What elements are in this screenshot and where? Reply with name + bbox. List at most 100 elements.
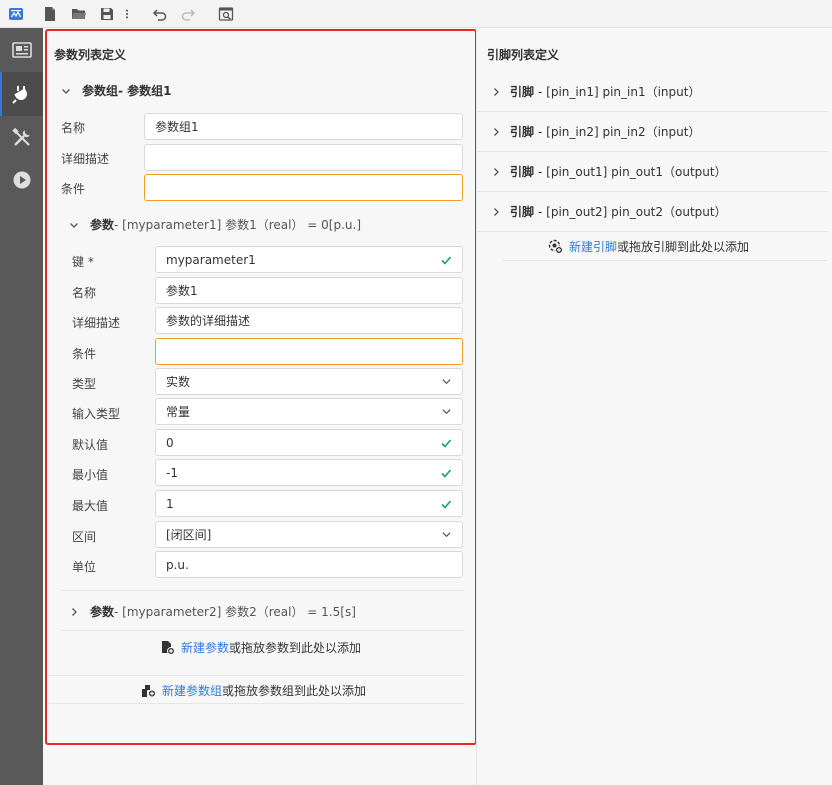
param1-header[interactable]: 参数 - [myparameter1] 参数1（real） = 0[p.u.]: [68, 216, 361, 233]
pin-row[interactable]: 引脚 - [pin_out1] pin_out1（output）: [478, 152, 828, 192]
activity-sidebar: [0, 28, 43, 785]
param-unit-value: p.u.: [166, 557, 189, 572]
param-key-value: myparameter1: [166, 252, 256, 267]
new-group-link[interactable]: 新建参数组: [162, 682, 222, 699]
param-key-label: 键 *: [72, 255, 94, 269]
tools-icon[interactable]: [0, 116, 43, 160]
pin-prefix: 引脚: [510, 165, 535, 179]
pin-prefix: 引脚: [510, 125, 535, 139]
group-name-input[interactable]: 参数组1: [144, 113, 463, 140]
param-unit-input[interactable]: p.u.: [155, 551, 463, 578]
param-type-select[interactable]: 实数: [155, 368, 463, 395]
add-param-icon: [162, 641, 175, 655]
pin-prefix: 引脚: [510, 205, 535, 219]
chevron-right-icon: [72, 607, 77, 616]
param-condition-input[interactable]: [155, 338, 463, 365]
search-preview-icon[interactable]: [216, 4, 236, 24]
group-name-label: 名称: [61, 121, 86, 135]
param1-prefix: 参数: [90, 218, 115, 232]
add-group-hint: 新建参数组 或拖放参数组到此处以添加: [141, 682, 366, 699]
divider: [48, 703, 464, 704]
redo-icon[interactable]: [178, 4, 198, 24]
play-icon[interactable]: [0, 158, 43, 202]
param2-prefix: 参数: [90, 605, 115, 619]
param-interval-label: 区间: [72, 530, 97, 544]
param-max-label: 最大值: [72, 499, 109, 513]
param-min-value: -1: [166, 465, 178, 480]
chevron-down-icon: [442, 379, 451, 385]
param-name-input[interactable]: 参数1: [155, 277, 463, 304]
pin-row[interactable]: 引脚 - [pin_out2] pin_out2（output）: [478, 192, 828, 232]
new-param-link[interactable]: 新建参数: [181, 639, 229, 656]
plug-icon[interactable]: [0, 72, 43, 116]
param-type-value: 实数: [166, 375, 191, 389]
pin-row[interactable]: 引脚 - [pin_in1] pin_in1（input）: [478, 72, 828, 112]
group-name-value: 参数组1: [155, 120, 199, 134]
add-param-text: 或拖放参数到此处以添加: [229, 641, 362, 655]
save-icon[interactable]: [97, 4, 117, 24]
param-condition-label: 条件: [72, 347, 97, 361]
param-min-label: 最小值: [72, 468, 109, 482]
add-pin-hint: 新建引脚 或拖放引脚到此处以添加: [548, 238, 749, 255]
param-default-value: 0: [166, 435, 174, 450]
param-max-value: 1: [166, 496, 174, 511]
toolbar: [0, 0, 832, 28]
check-icon: [441, 438, 452, 448]
divider: [60, 590, 464, 591]
chevron-down-icon: [70, 222, 78, 228]
pin-row[interactable]: 引脚 - [pin_in2] pin_in2（input）: [478, 112, 828, 152]
more-icon[interactable]: [121, 4, 133, 24]
app-logo-icon[interactable]: [6, 4, 26, 24]
check-icon: [441, 499, 452, 509]
chevron-down-icon: [442, 409, 451, 415]
chevron-right-icon: [494, 207, 499, 216]
param1-summary: - [myparameter1] 参数1（real） = 0[p.u.]: [114, 218, 362, 232]
param-min-input[interactable]: -1: [155, 459, 463, 486]
param-input-type-label: 输入类型: [72, 407, 121, 421]
param-group-header[interactable]: 参数组 - 参数组1: [60, 82, 172, 99]
param-name-label: 名称: [72, 286, 97, 300]
add-pin-text: 或拖放引脚到此处以添加: [617, 240, 750, 254]
param-max-input[interactable]: 1: [155, 490, 463, 517]
param-key-input[interactable]: myparameter1: [155, 246, 463, 273]
param-type-label: 类型: [72, 377, 97, 391]
chevron-right-icon: [494, 87, 499, 96]
group-desc-input[interactable]: [144, 144, 463, 171]
param-group-prefix: 参数组: [82, 84, 119, 98]
add-group-icon: [142, 685, 156, 698]
param-default-label: 默认值: [72, 438, 109, 452]
undo-icon[interactable]: [150, 4, 170, 24]
pin-panel-title: 引脚列表定义: [487, 48, 560, 62]
group-desc-label: 详细描述: [61, 152, 110, 166]
param-group-title: - 参数组1: [118, 84, 172, 98]
param-interval-value: [闭区间]: [166, 528, 212, 542]
open-folder-icon[interactable]: [69, 4, 89, 24]
pin-label: - [pin_in1] pin_in1（input）: [538, 85, 701, 99]
new-pin-link[interactable]: 新建引脚: [569, 238, 617, 255]
pin-label: - [pin_out1] pin_out1（output）: [538, 165, 727, 179]
new-file-icon[interactable]: [40, 4, 60, 24]
param2-header[interactable]: 参数 - [myparameter2] 参数2（real） = 1.5[s]: [68, 603, 356, 620]
layout-icon[interactable]: [0, 28, 43, 72]
check-icon: [441, 255, 452, 265]
param-unit-label: 单位: [72, 560, 97, 574]
param2-summary: - [myparameter2] 参数2（real） = 1.5[s]: [114, 605, 356, 619]
param-default-input[interactable]: 0: [155, 429, 463, 456]
param-desc-input[interactable]: 参数的详细描述: [155, 307, 463, 334]
group-condition-input[interactable]: [144, 174, 463, 201]
group-condition-label: 条件: [61, 182, 86, 196]
divider: [48, 675, 464, 676]
pin-label: - [pin_in2] pin_in2（input）: [538, 125, 701, 139]
pin-prefix: 引脚: [510, 85, 535, 99]
param-desc-value: 参数的详细描述: [166, 314, 251, 328]
chevron-down-icon: [442, 532, 451, 538]
chevron-down-icon: [62, 88, 70, 94]
pin-label: - [pin_out2] pin_out2（output）: [538, 205, 727, 219]
chevron-right-icon: [494, 167, 499, 176]
param-interval-select[interactable]: [闭区间]: [155, 521, 463, 548]
param-input-type-select[interactable]: 常量: [155, 398, 463, 425]
param-panel-title: 参数列表定义: [54, 48, 127, 62]
chevron-right-icon: [494, 127, 499, 136]
check-icon: [441, 468, 452, 478]
param-input-type-value: 常量: [166, 405, 191, 419]
